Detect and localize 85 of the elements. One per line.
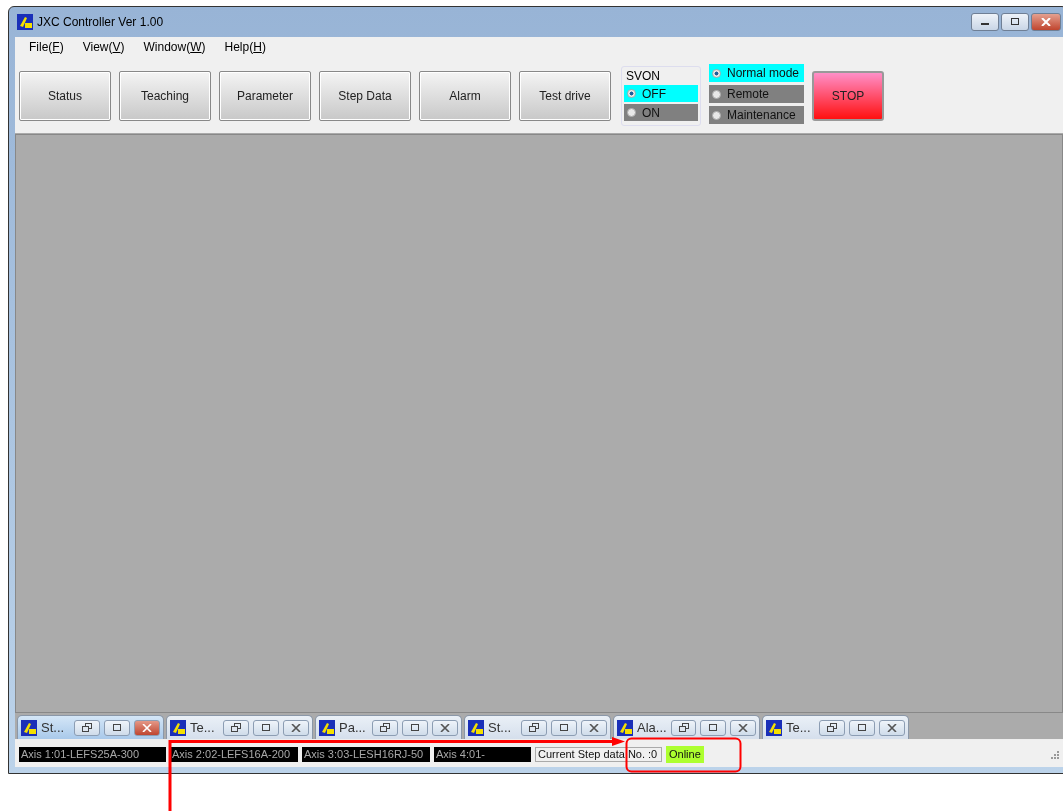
maximize-icon xyxy=(409,723,420,732)
window-tab[interactable]: Ala... xyxy=(613,715,760,739)
tab-label: Te... xyxy=(786,720,812,735)
toolbar-button[interactable]: Status xyxy=(19,71,111,121)
tab-label: Ala... xyxy=(637,720,667,735)
maximize-button[interactable] xyxy=(848,719,875,736)
close-icon xyxy=(588,723,599,732)
radio-option[interactable]: ON xyxy=(624,104,698,121)
step-status: Current Step data No. :0 xyxy=(535,746,662,762)
close-icon xyxy=(886,723,897,732)
menu-item[interactable]: View(V) xyxy=(82,40,125,56)
app-logo-icon xyxy=(468,719,484,736)
restore-icon xyxy=(379,723,390,732)
close-button[interactable] xyxy=(580,719,607,736)
close-icon xyxy=(738,723,749,732)
axis-status: Axis 2:02-LEFS16A-200 xyxy=(170,746,298,762)
maximize-button[interactable] xyxy=(252,719,279,736)
close-button[interactable] xyxy=(730,719,756,736)
maximize-icon xyxy=(856,723,867,732)
restore-button[interactable] xyxy=(670,719,697,736)
restore-icon xyxy=(826,723,837,732)
tab-label: Te... xyxy=(190,720,216,735)
stop-button[interactable]: STOP xyxy=(812,71,884,121)
restore-icon xyxy=(678,723,689,732)
window-tab[interactable]: Te... xyxy=(166,715,313,739)
app-logo-icon xyxy=(21,719,37,736)
tab-label: St... xyxy=(488,720,513,735)
tab-label: Pa... xyxy=(339,720,367,735)
axis-status: Axis 1:01-LEFS25A-300 xyxy=(19,746,166,762)
toolbar-button[interactable]: Step Data xyxy=(319,71,411,121)
restore-icon xyxy=(230,723,241,732)
radio-option[interactable]: Maintenance xyxy=(709,106,804,124)
close-button[interactable] xyxy=(878,719,905,736)
restore-button[interactable] xyxy=(520,719,547,736)
menu-item[interactable]: Window(W) xyxy=(143,40,206,56)
axis-status: Axis 4:01- xyxy=(434,746,531,762)
window-tab[interactable]: Te... xyxy=(762,715,909,739)
window-tab[interactable]: Pa... xyxy=(315,715,462,739)
maximize-icon xyxy=(558,723,569,732)
tab-label: St... xyxy=(41,720,66,735)
toolbar-button[interactable]: Parameter xyxy=(219,71,311,121)
close-button[interactable] xyxy=(133,719,160,736)
close-icon xyxy=(439,723,450,732)
maximize-icon xyxy=(1010,18,1020,26)
app-logo-icon xyxy=(617,719,633,736)
minimize-button[interactable] xyxy=(971,13,999,31)
radio-option[interactable]: Normal mode xyxy=(709,64,804,82)
app-logo-icon xyxy=(319,719,335,736)
maximize-icon xyxy=(260,723,271,732)
app-logo-icon xyxy=(766,719,782,736)
window-tab[interactable]: St... xyxy=(17,715,164,739)
group-title: SVON xyxy=(626,69,661,83)
axis-status: Axis 3:03-LESH16RJ-50 xyxy=(302,746,430,762)
close-icon xyxy=(290,723,301,732)
restore-icon xyxy=(528,723,539,732)
window-tab[interactable]: St... xyxy=(464,715,611,739)
app-logo-icon xyxy=(170,719,186,736)
restore-button[interactable] xyxy=(73,719,100,736)
maximize-button[interactable] xyxy=(1001,13,1029,31)
restore-button[interactable] xyxy=(818,719,845,736)
close-button[interactable] xyxy=(1031,13,1061,31)
menu-item[interactable]: File(F) xyxy=(29,40,64,56)
maximize-button[interactable] xyxy=(700,719,727,736)
app-logo-icon xyxy=(17,14,33,30)
maximize-button[interactable] xyxy=(401,719,428,736)
restore-button[interactable] xyxy=(371,719,398,736)
close-icon xyxy=(141,723,152,732)
maximize-icon xyxy=(111,723,122,732)
maximize-button[interactable] xyxy=(103,719,130,736)
maximize-button[interactable] xyxy=(550,719,577,736)
toolbar-button[interactable]: Alarm xyxy=(419,71,511,121)
toolbar-button[interactable]: Teaching xyxy=(119,71,211,121)
maximize-icon xyxy=(708,723,719,732)
radio-option[interactable]: OFF xyxy=(624,85,698,102)
connection-status: Online xyxy=(666,745,704,763)
window-title: JXC Controller Ver 1.00 xyxy=(37,15,164,29)
menu-item[interactable]: Help(H) xyxy=(224,40,266,56)
resize-grip-icon xyxy=(1049,749,1059,759)
restore-button[interactable] xyxy=(222,719,249,736)
close-icon xyxy=(1041,18,1051,26)
toolbar-button[interactable]: Test drive xyxy=(519,71,611,121)
close-button[interactable] xyxy=(431,719,458,736)
radio-option[interactable]: Remote xyxy=(709,85,804,103)
close-button[interactable] xyxy=(282,719,309,736)
restore-icon xyxy=(81,723,92,732)
